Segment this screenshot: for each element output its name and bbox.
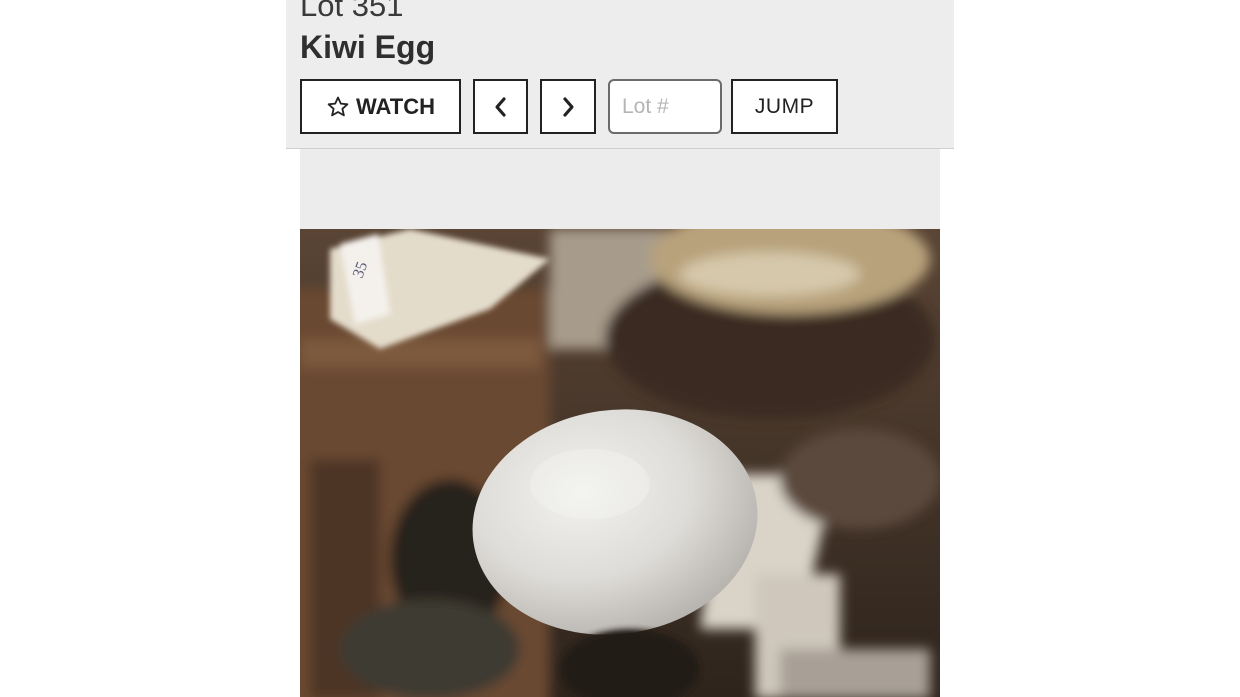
lot-photo[interactable]: 35 bbox=[300, 229, 940, 697]
next-lot-button[interactable] bbox=[540, 79, 596, 134]
lot-header-panel: Lot 351 Kiwi Egg WATCH JUMP bbox=[286, 0, 954, 149]
star-icon bbox=[327, 96, 349, 116]
jump-button[interactable]: JUMP bbox=[731, 79, 838, 134]
lot-title: Kiwi Egg bbox=[300, 29, 436, 65]
lot-number-input[interactable] bbox=[608, 79, 722, 134]
chevron-left-icon bbox=[494, 96, 506, 117]
lot-number: Lot 351 bbox=[300, 0, 404, 23]
image-top-spacer bbox=[300, 149, 940, 229]
chevron-right-icon bbox=[563, 96, 574, 117]
watch-button[interactable]: WATCH bbox=[300, 79, 461, 134]
watch-label: WATCH bbox=[355, 93, 436, 119]
previous-lot-button[interactable] bbox=[473, 79, 528, 134]
